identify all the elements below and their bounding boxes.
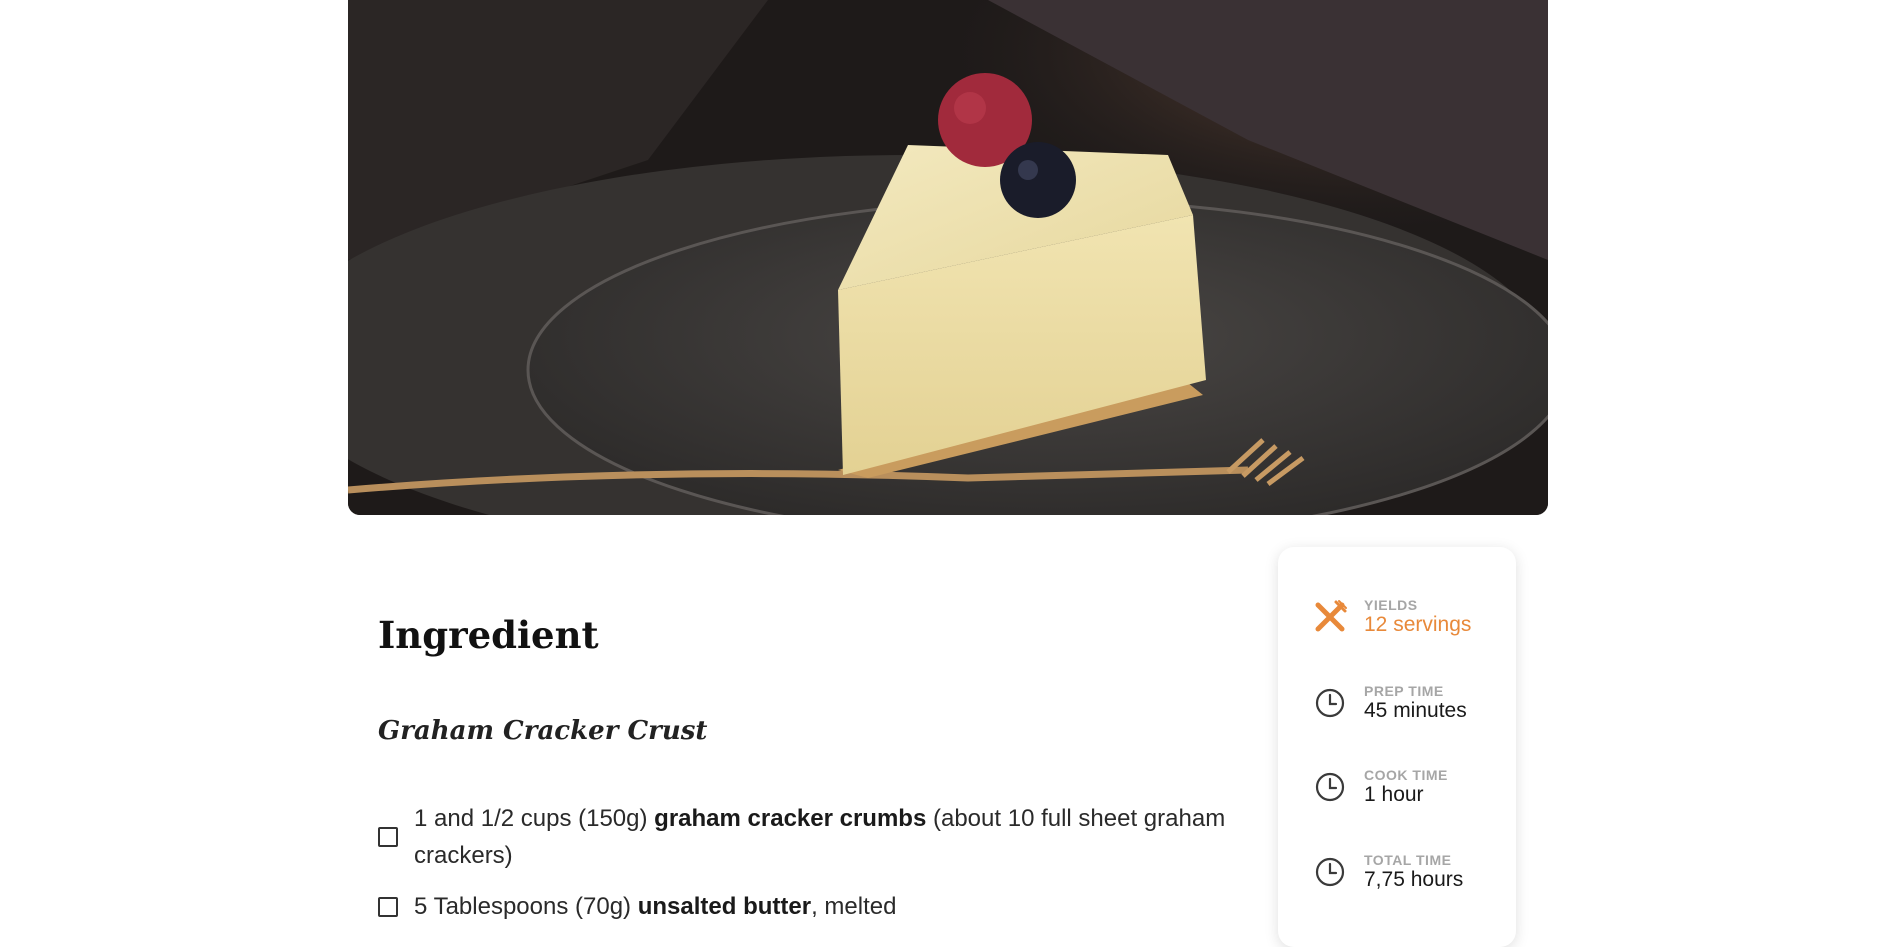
ingredient-item: 5 Tablespoons (70g) unsalted butter, mel… (378, 888, 1238, 925)
utensils-icon (1310, 597, 1350, 637)
ingredient-name: unsalted butter (637, 893, 812, 920)
cook-time-text: COOK TIME 1 hour (1364, 767, 1448, 807)
yields-label: YIELDS (1364, 597, 1418, 613)
recipe-info-card: YIELDS 12 servings PREP TIME 45 minutes … (1278, 547, 1516, 947)
clock-icon (1310, 852, 1350, 892)
hero-image (348, 0, 1548, 515)
ingredient-quantity: 5 Tablespoons (70g) (414, 893, 638, 920)
ingredient-quantity: 1 and 1/2 cups (150g) (414, 805, 655, 832)
yields-text: YIELDS 12 servings (1364, 597, 1471, 637)
ingredient-group-title: Graham Cracker Crust (378, 716, 708, 746)
ingredient-item: 1 and 1/2 cups (150g) graham cracker cru… (378, 800, 1238, 874)
total-time-value: 7,75 hours (1364, 868, 1464, 891)
ingredient-note: , melted (811, 893, 897, 920)
ingredient-list: 1 and 1/2 cups (150g) graham cracker cru… (378, 800, 1238, 939)
ingredient-checkbox[interactable] (378, 827, 398, 847)
total-time-row: TOTAL TIME 7,75 hours (1310, 852, 1463, 892)
yields-row: YIELDS 12 servings (1310, 597, 1471, 637)
yields-value: 12 servings (1364, 613, 1472, 636)
prep-time-row: PREP TIME 45 minutes (1310, 683, 1467, 723)
total-time-text: TOTAL TIME 7,75 hours (1364, 852, 1463, 892)
cheesecake-photo (348, 0, 1548, 515)
cook-time-value: 1 hour (1364, 783, 1424, 806)
ingredient-checkbox[interactable] (378, 896, 398, 917)
section-title: Ingredient (378, 613, 599, 657)
ingredient-text: 5 Tablespoons (70g) unsalted butter, mel… (414, 888, 896, 925)
prep-time-label: PREP TIME (1364, 683, 1444, 699)
prep-time-value: 45 minutes (1364, 699, 1467, 722)
total-time-label: TOTAL TIME (1364, 852, 1452, 868)
clock-icon (1310, 683, 1350, 723)
ingredient-name: graham cracker crumbs (654, 805, 927, 832)
ingredient-text: 1 and 1/2 cups (150g) graham cracker cru… (414, 800, 1238, 874)
prep-time-text: PREP TIME 45 minutes (1364, 683, 1467, 723)
cook-time-row: COOK TIME 1 hour (1310, 767, 1448, 807)
clock-icon (1310, 767, 1350, 807)
cook-time-label: COOK TIME (1364, 767, 1448, 783)
